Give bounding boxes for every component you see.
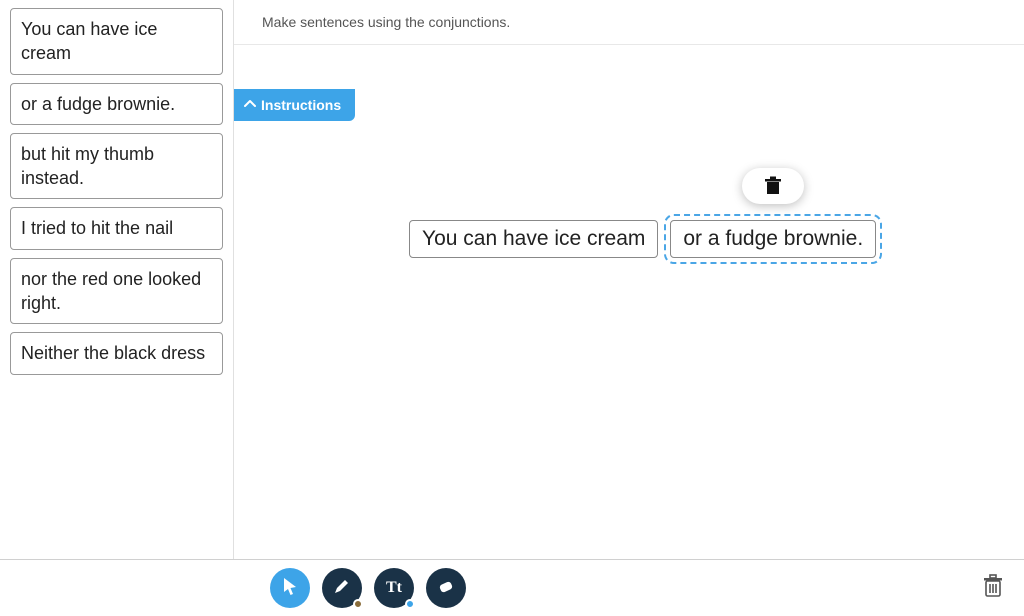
trash-icon <box>764 176 782 196</box>
phrase-sidebar: You can have ice cream or a fudge browni… <box>0 0 234 559</box>
pointer-tool[interactable] <box>270 568 310 608</box>
text-tool[interactable]: Tt <box>374 568 414 608</box>
phrase-item[interactable]: I tried to hit the nail <box>10 207 223 249</box>
phrase-item[interactable]: Neither the black dress <box>10 332 223 374</box>
delete-button[interactable] <box>742 168 804 204</box>
instruction-bar: Make sentences using the conjunctions. <box>234 0 1024 45</box>
pencil-tool[interactable] <box>322 568 362 608</box>
main-area: Make sentences using the conjunctions. I… <box>234 0 1024 559</box>
color-dot-icon <box>405 599 415 609</box>
eraser-tool[interactable] <box>426 568 466 608</box>
eraser-icon <box>436 576 456 601</box>
text-icon: Tt <box>386 579 402 597</box>
phrase-item[interactable]: nor the red one looked right. <box>10 258 223 325</box>
placed-card-selected[interactable]: or a fudge brownie. <box>670 220 876 258</box>
selected-card-wrapper: or a fudge brownie. <box>670 220 876 258</box>
app-container: You can have ice cream or a fudge browni… <box>0 0 1024 560</box>
clear-all-button[interactable] <box>982 574 1004 603</box>
pencil-icon <box>332 576 352 601</box>
phrase-item[interactable]: but hit my thumb instead. <box>10 133 223 200</box>
placed-card[interactable]: You can have ice cream <box>409 220 658 258</box>
color-dot-icon <box>353 599 363 609</box>
canvas-area[interactable]: You can have ice cream or a fudge browni… <box>234 45 1024 559</box>
phrase-item[interactable]: or a fudge brownie. <box>10 83 223 125</box>
bottom-toolbar: Tt <box>0 560 1024 616</box>
trash-icon <box>982 585 1004 602</box>
phrase-item[interactable]: You can have ice cream <box>10 8 223 75</box>
placed-row: You can have ice cream or a fudge browni… <box>409 220 876 258</box>
cursor-icon <box>280 576 300 601</box>
